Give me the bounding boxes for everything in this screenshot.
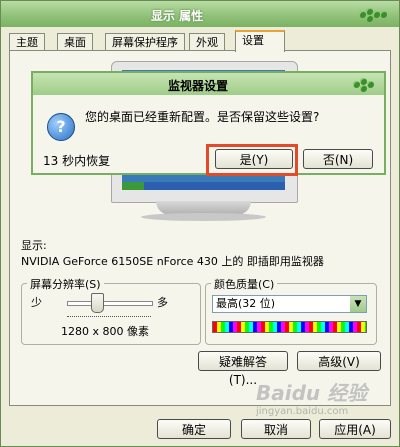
ok-button[interactable]: 确定 <box>157 419 231 439</box>
color-quality-group <box>205 283 377 345</box>
color-quality-select[interactable]: 最高(32 位) ▼ <box>212 295 367 313</box>
dialog-title-bar[interactable]: 监视器设置 <box>33 73 384 95</box>
color-preview-bar <box>212 321 367 333</box>
clover-icon <box>353 78 383 92</box>
color-quality-title: 颜色质量(C) <box>211 276 278 292</box>
monitor-base <box>141 213 266 221</box>
display-label: 显示: <box>21 239 47 252</box>
window-title: 显示 属性 <box>151 9 204 23</box>
question-icon: ? <box>47 113 75 141</box>
tab-themes[interactable]: 主题 <box>9 33 45 50</box>
highlight-box <box>206 144 298 176</box>
clover-icon <box>359 8 389 22</box>
slider-ticks <box>67 313 151 317</box>
display-device: NVIDIA GeForce 6150SE nForce 430 上的 即插即用… <box>21 255 324 268</box>
countdown-text: 13 秒内恢复 <box>43 154 111 168</box>
resolution-high-label: 多 <box>157 296 168 309</box>
no-button[interactable]: 否(N) <box>303 149 373 169</box>
preview-taskbar <box>122 182 285 190</box>
baidu-watermark: Baidu 经验 jingyan.baidu.com <box>256 377 367 417</box>
cancel-button[interactable]: 取消 <box>241 419 311 439</box>
dialog-title: 监视器设置 <box>168 79 229 93</box>
resolution-title: 屏幕分辨率(S) <box>27 276 104 292</box>
display-properties-window: 显示 属性 主题 桌面 屏幕保护程序 外观 设置 监视器设置 ? 您的桌面已经重… <box>0 0 400 447</box>
preview-start-button <box>122 182 144 190</box>
watermark-text: Baidu 经验 <box>256 381 368 405</box>
color-quality-value: 最高(32 位) <box>216 297 276 310</box>
tab-desktop[interactable]: 桌面 <box>57 33 93 50</box>
watermark-url: jingyan.baidu.com <box>256 406 349 417</box>
resolution-slider-track[interactable] <box>67 301 153 306</box>
apply-button[interactable]: 应用(A) <box>319 419 391 439</box>
resolution-value: 1280 x 800 像素 <box>61 325 149 338</box>
advanced-button[interactable]: 高级(V) <box>297 351 381 371</box>
resolution-slider-thumb[interactable] <box>90 293 104 313</box>
tab-settings[interactable]: 设置 <box>235 30 285 52</box>
resolution-low-label: 少 <box>31 296 42 309</box>
tab-screensaver[interactable]: 屏幕保护程序 <box>105 33 185 50</box>
dialog-message: 您的桌面已经重新配置。是否保留这些设置? <box>85 110 320 124</box>
title-bar[interactable]: 显示 属性 <box>1 1 399 27</box>
chevron-down-icon[interactable]: ▼ <box>350 296 366 312</box>
troubleshoot-button[interactable]: 疑难解答(T)... <box>198 351 288 387</box>
tab-appearance[interactable]: 外观 <box>189 33 225 50</box>
